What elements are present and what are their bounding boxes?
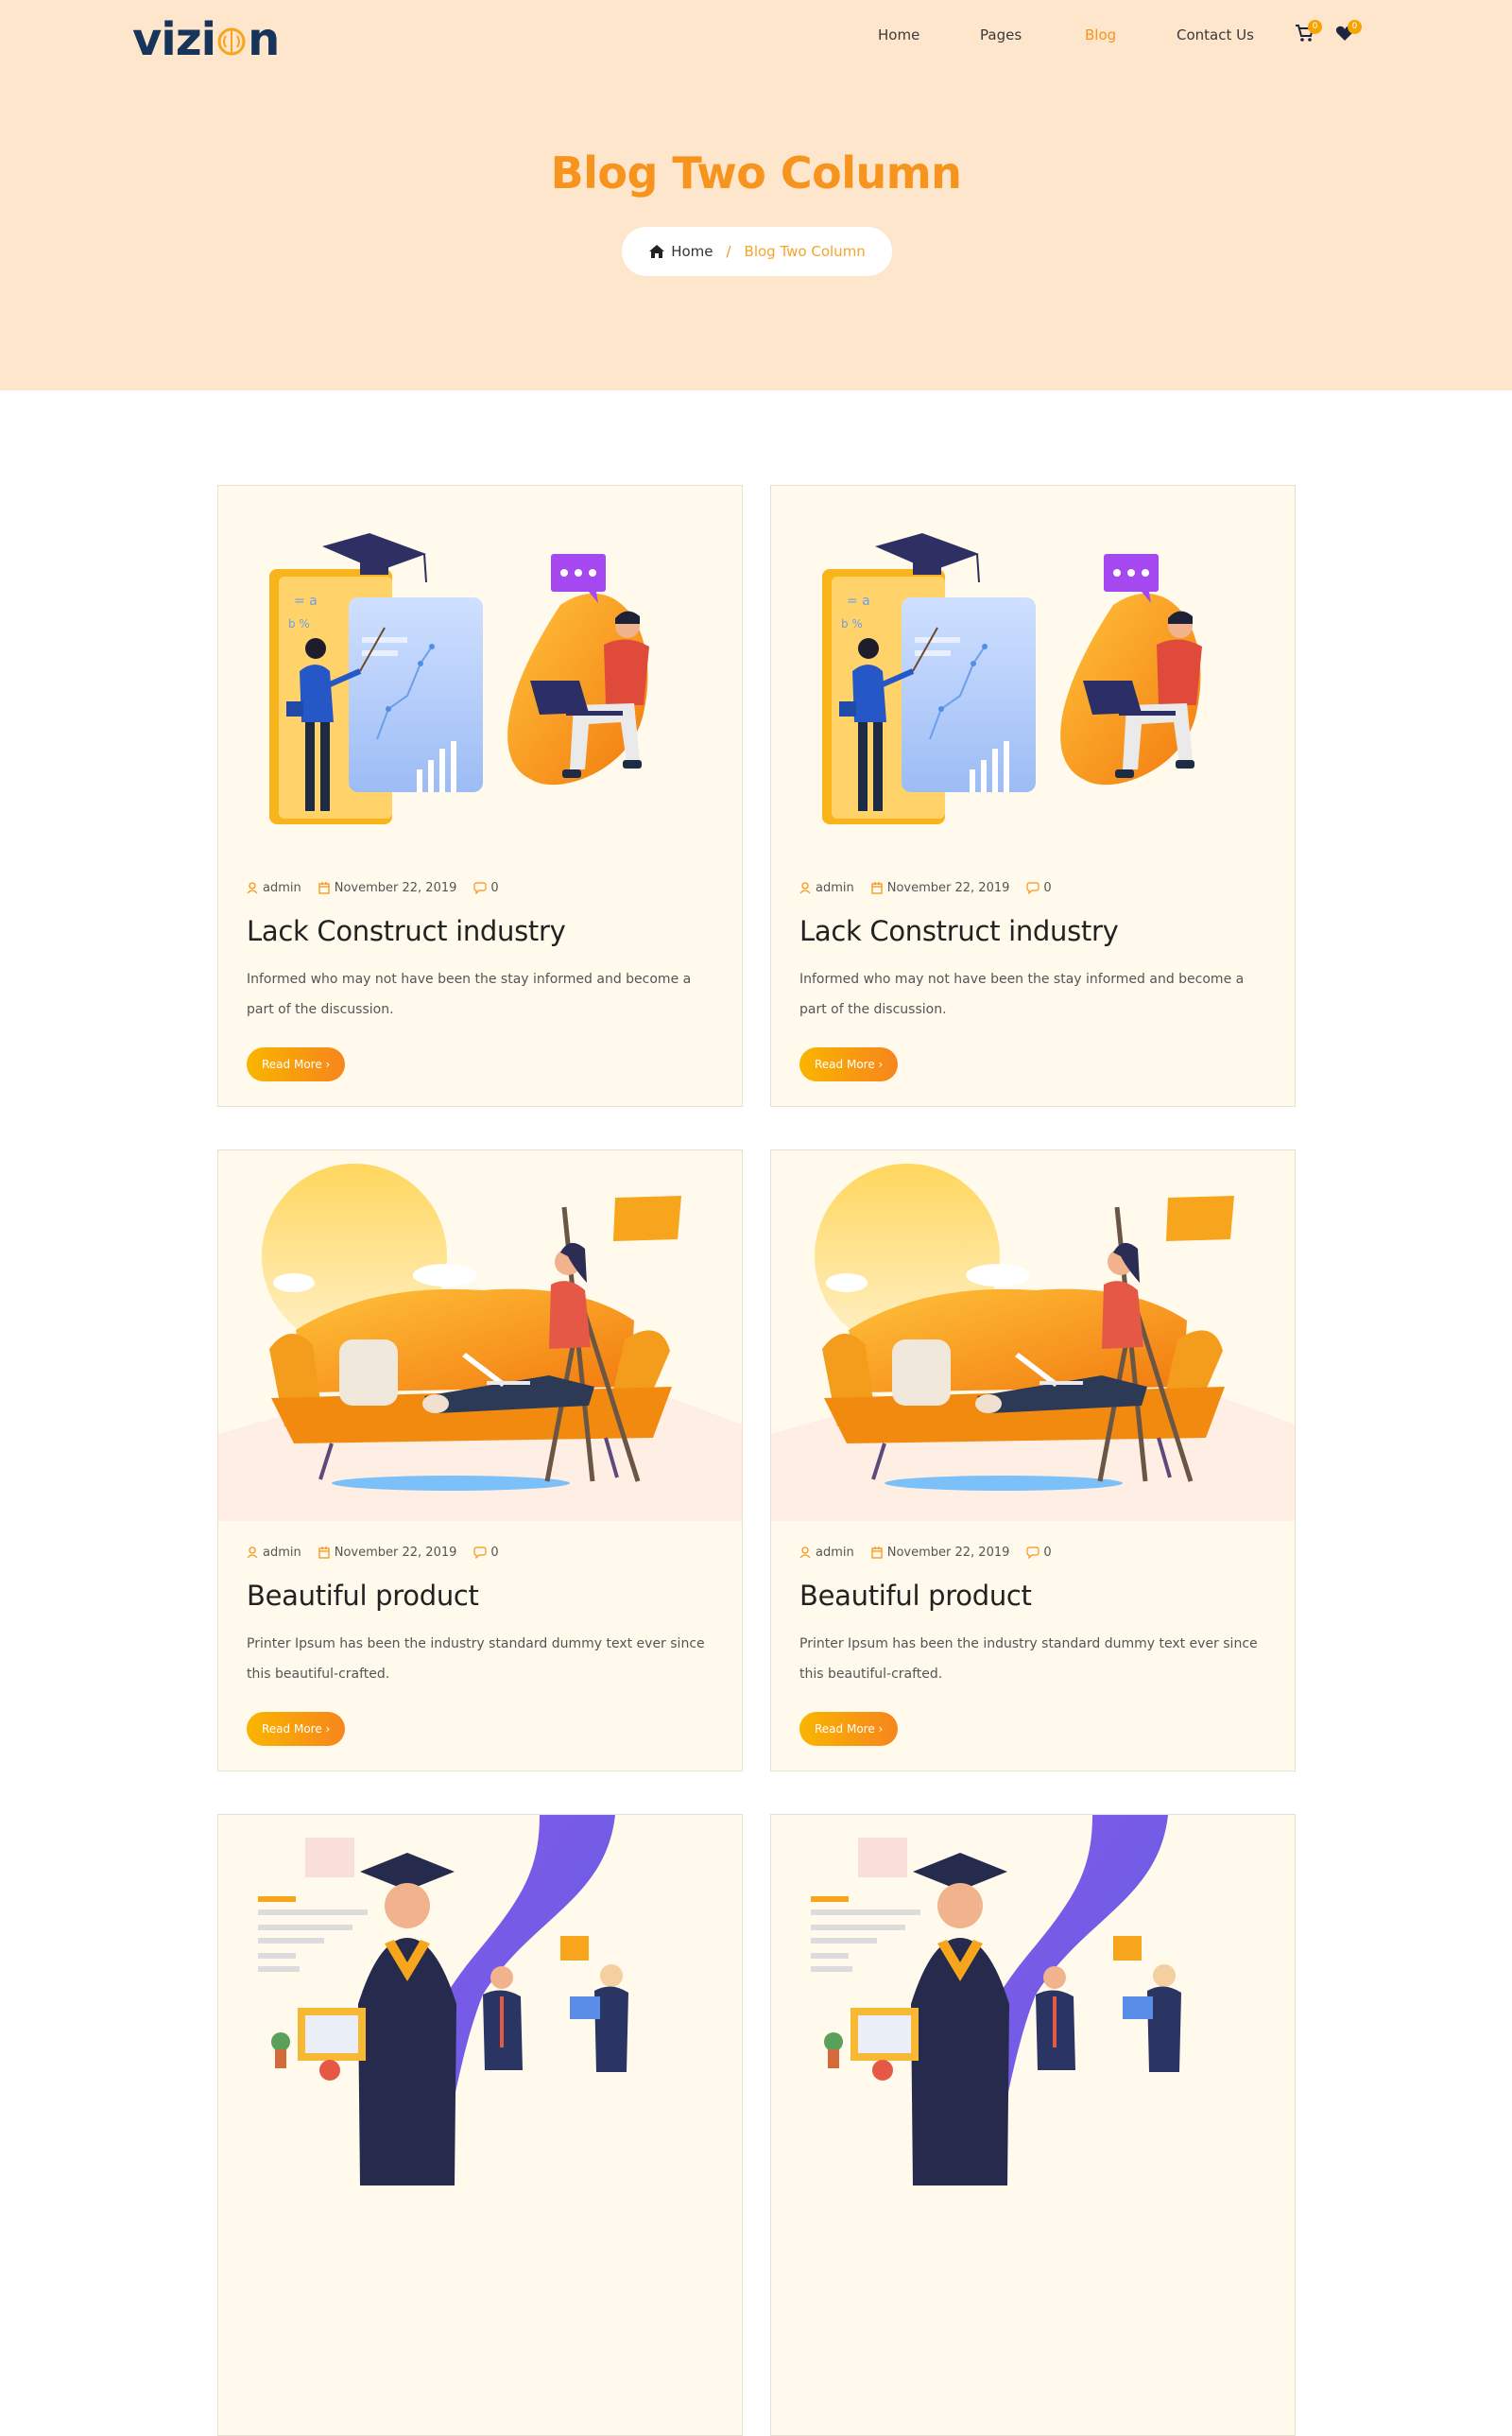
post-date[interactable]: November 22, 2019	[335, 1546, 457, 1560]
read-more-button[interactable]: Read More ›	[799, 1047, 899, 1081]
post-excerpt: Printer Ipsum has been the industry stan…	[247, 1636, 705, 1682]
post-title[interactable]: Lack Construct industry	[799, 915, 1119, 947]
post-thumbnail[interactable]	[771, 1150, 1295, 1521]
post-comments[interactable]: 0	[490, 1546, 498, 1560]
post-excerpt: Printer Ipsum has been the industry stan…	[799, 1636, 1258, 1682]
post-author[interactable]: admin	[263, 1546, 301, 1560]
breadcrumb-current: Blog Two Column	[744, 243, 866, 260]
read-more-button[interactable]: Read More ›	[247, 1712, 346, 1746]
read-more-label: Read More	[262, 1722, 322, 1736]
wishlist-button[interactable]: 0	[1334, 20, 1362, 47]
cart-button[interactable]: 0	[1295, 20, 1322, 47]
user-icon	[247, 1546, 258, 1559]
breadcrumb: Home / Blog Two Column	[622, 227, 892, 276]
blog-card: admin November 22, 2019 0 Beautiful prod…	[770, 1149, 1296, 1771]
post-author[interactable]: admin	[263, 881, 301, 895]
nav-home[interactable]: Home	[878, 26, 919, 43]
post-date[interactable]: November 22, 2019	[335, 881, 457, 895]
read-more-button[interactable]: Read More ›	[247, 1047, 346, 1081]
read-more-label: Read More	[262, 1058, 322, 1071]
post-thumbnail[interactable]	[218, 1150, 742, 1521]
blog-card: admin November 22, 2019 0 Beautiful prod…	[217, 1149, 743, 1771]
breadcrumb-separator: /	[726, 243, 731, 260]
page-hero: vizi n Home Pages Blog Contact Us 0 0 Blo…	[0, 0, 1512, 390]
post-title[interactable]: Beautiful product	[799, 1580, 1032, 1612]
comment-icon	[473, 1546, 487, 1559]
post-meta: admin November 22, 2019 0	[799, 881, 1069, 895]
post-excerpt: Informed who may not have been the stay …	[799, 972, 1245, 1017]
post-thumbnail[interactable]	[771, 486, 1295, 856]
post-title[interactable]: Beautiful product	[247, 1580, 479, 1612]
wishlist-count-badge: 0	[1348, 20, 1362, 34]
read-more-label: Read More	[815, 1722, 875, 1736]
post-author[interactable]: admin	[816, 1546, 854, 1560]
read-more-label: Read More	[815, 1058, 875, 1071]
post-meta: admin November 22, 2019 0	[247, 881, 516, 895]
post-comments[interactable]: 0	[1043, 881, 1051, 895]
post-thumbnail[interactable]	[218, 1815, 742, 2185]
post-meta: admin November 22, 2019 0	[247, 1546, 516, 1560]
post-excerpt: Informed who may not have been the stay …	[247, 972, 692, 1017]
post-date[interactable]: November 22, 2019	[887, 1546, 1010, 1560]
post-thumbnail[interactable]	[218, 486, 742, 856]
post-meta: admin November 22, 2019 0	[799, 1546, 1069, 1560]
calendar-icon	[318, 1546, 330, 1559]
blog-card: admin November 22, 2019 0 Lack Construct…	[770, 485, 1296, 1107]
post-comments[interactable]: 0	[1043, 1546, 1051, 1560]
calendar-icon	[871, 1546, 883, 1559]
blog-card	[217, 1814, 743, 2436]
post-title[interactable]: Lack Construct industry	[247, 915, 566, 947]
post-thumbnail[interactable]	[771, 1815, 1295, 2185]
post-author[interactable]: admin	[816, 881, 854, 895]
user-icon	[799, 1546, 811, 1559]
nav-blog[interactable]: Blog	[1085, 26, 1116, 43]
user-icon	[247, 882, 258, 894]
read-more-button[interactable]: Read More ›	[799, 1712, 899, 1746]
page-title: Blog Two Column	[550, 147, 962, 199]
post-date[interactable]: November 22, 2019	[887, 881, 1010, 895]
calendar-icon	[318, 882, 330, 894]
nav-contact[interactable]: Contact Us	[1177, 26, 1254, 43]
nav-pages[interactable]: Pages	[980, 26, 1022, 43]
comment-icon	[473, 882, 487, 894]
breadcrumb-home[interactable]: Home	[671, 243, 713, 260]
comment-icon	[1026, 882, 1040, 894]
comment-icon	[1026, 1546, 1040, 1559]
blog-card: admin November 22, 2019 0 Lack Construct…	[217, 485, 743, 1107]
cart-count-badge: 0	[1308, 20, 1322, 34]
post-comments[interactable]: 0	[490, 881, 498, 895]
home-icon	[649, 245, 665, 258]
blog-card	[770, 1814, 1296, 2436]
main-nav: Home Pages Blog Contact Us 0 0	[0, 20, 1512, 47]
calendar-icon	[871, 882, 883, 894]
user-icon	[799, 882, 811, 894]
